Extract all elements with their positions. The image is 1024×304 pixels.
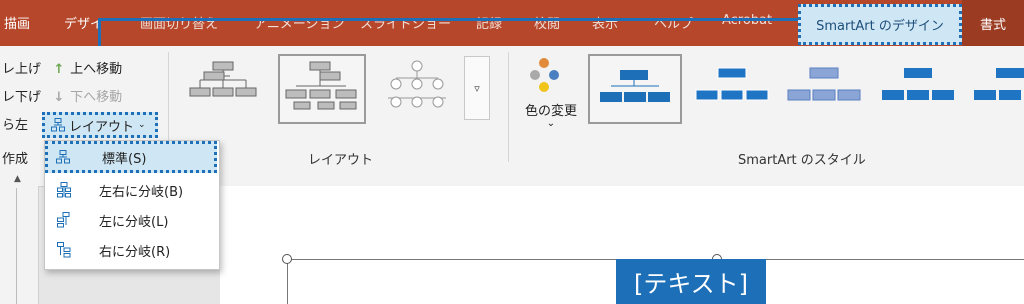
layout-option-circle-hierarchy[interactable]: [374, 56, 460, 120]
ruler-track: [16, 188, 17, 304]
color-change-button[interactable]: 色の変更 ⌄: [518, 56, 584, 132]
style-preview-icon: [695, 67, 769, 101]
move-down-label: 下へ移動: [70, 90, 123, 105]
move-up-label: 上へ移動: [70, 62, 123, 77]
arrow-up-icon: ↑: [53, 62, 65, 77]
promote-button[interactable]: レ上げ: [2, 58, 41, 77]
circle-hierarchy-layout-icon: [388, 60, 446, 108]
style-option[interactable]: [688, 54, 778, 124]
style-preview-icon: [882, 68, 954, 100]
create-graphic-group-label: 作成: [2, 152, 29, 167]
style-option[interactable]: [588, 54, 682, 124]
text-placeholder-label: [テキスト]: [633, 270, 748, 298]
layout-menu-item-both[interactable]: 左右に分岐(B): [49, 177, 213, 203]
tab-transitions[interactable]: 画面切り替え: [140, 13, 218, 32]
arrow-down-icon: ↓: [53, 90, 65, 105]
palette-dot: [530, 70, 540, 80]
tab-help[interactable]: ヘルプ: [654, 13, 693, 32]
style-option[interactable]: [780, 54, 870, 124]
layout-menu-item-standard[interactable]: 標準(S): [45, 141, 217, 173]
callout-line-horizontal: [98, 18, 798, 21]
style-preview-icon: [787, 67, 861, 101]
chevron-down-icon: ⌄: [138, 120, 146, 130]
org-chart-icon: [56, 150, 70, 164]
layout-button-label: レイアウト: [69, 119, 135, 135]
scroll-up-icon[interactable]: ▲: [14, 174, 21, 184]
layout-menu-item-label: 左右に分岐(B): [99, 184, 184, 200]
hierarchy-layout-icon: [285, 61, 357, 110]
both-hanging-icon: [57, 182, 71, 198]
ribbon-tab-bar: 描画 デザイ 画面切り替え アニメーション スライドショー 記録 校閲 表示 ヘ…: [0, 0, 1024, 46]
color-change-label: 色の変更: [524, 104, 577, 119]
palette-dot: [549, 70, 559, 80]
tab-draw[interactable]: 描画: [4, 13, 30, 32]
smartart-frame-border: [287, 259, 288, 304]
layout-menu-item-label: 標準(S): [102, 151, 147, 167]
layout-menu-item-right[interactable]: 右に分岐(R): [49, 237, 213, 263]
left-hanging-icon: [57, 212, 70, 228]
tab-smartart-design[interactable]: SmartArt のデザイン: [798, 4, 962, 45]
layout-menu-item-label: 右に分岐(R): [99, 244, 171, 260]
tab-review[interactable]: 校閲: [534, 13, 560, 32]
org-chart-layout-icon: [189, 61, 257, 97]
demote-button[interactable]: レ下げ: [2, 86, 41, 105]
tab-record[interactable]: 記録: [476, 13, 502, 32]
layout-dropdown-button[interactable]: レイアウト ⌄: [42, 112, 158, 138]
chevron-down-icon: ⌄: [546, 118, 556, 129]
style-preview-icon: [974, 68, 1024, 100]
right-to-left-button[interactable]: ら左: [2, 114, 28, 133]
layouts-group-label: レイアウト: [308, 153, 374, 168]
promote-label: レ上げ: [2, 62, 42, 77]
styles-group-label: SmartArt のスタイル: [738, 153, 866, 168]
group-separator: [508, 52, 509, 162]
smartart-text-placeholder[interactable]: [テキスト]: [616, 259, 766, 304]
gallery-more-button[interactable]: ▿: [464, 56, 490, 120]
vertical-ruler: ▲: [0, 172, 39, 304]
tab-format-label: 書式: [979, 17, 1006, 33]
rtl-label: ら左: [2, 118, 29, 133]
layout-gallery: [174, 54, 464, 124]
layout-dropdown-menu: 標準(S) 左右に分岐(B) 左に分岐(L) 右に分岐(R): [44, 140, 220, 270]
style-option[interactable]: [874, 54, 964, 124]
palette-icon: [539, 58, 549, 68]
demote-label: レ下げ: [2, 90, 42, 105]
move-up-button[interactable]: ↑ 上へ移動: [52, 58, 123, 77]
tab-smartart-design-label: SmartArt のデザイン: [816, 19, 944, 34]
resize-handle[interactable]: [282, 254, 292, 264]
move-down-button[interactable]: ↓ 下へ移動: [52, 86, 123, 105]
tab-view[interactable]: 表示: [592, 13, 618, 32]
right-hanging-icon: [57, 242, 71, 258]
style-option[interactable]: [966, 54, 1024, 124]
layout-option-org-chart[interactable]: [180, 56, 266, 120]
layout-option-hierarchy[interactable]: [278, 54, 366, 124]
tab-slideshow[interactable]: スライドショー: [360, 13, 451, 32]
layout-menu-item-label: 左に分岐(L): [99, 214, 169, 230]
palette-dot: [539, 82, 549, 92]
layout-menu-item-left[interactable]: 左に分岐(L): [49, 207, 213, 233]
gallery-expand-icon: ▿: [474, 81, 480, 95]
org-chart-icon: [51, 118, 65, 132]
tab-animations[interactable]: アニメーション: [254, 13, 344, 32]
tab-format[interactable]: 書式: [962, 0, 1024, 46]
style-preview-icon: [600, 70, 670, 102]
